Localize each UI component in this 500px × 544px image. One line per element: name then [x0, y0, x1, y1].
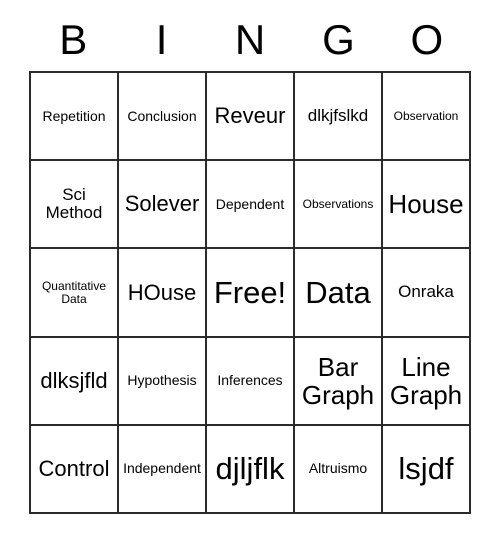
bingo-cell-label: lsjdf — [398, 451, 454, 487]
bingo-cell-label: Data — [305, 274, 371, 310]
bingo-cell[interactable]: Solever — [119, 161, 207, 250]
bingo-cell-label: Independent — [123, 460, 201, 477]
header-letter-i: I — [155, 16, 168, 63]
bingo-cell[interactable]: Observations — [295, 161, 383, 250]
bingo-cell[interactable]: HOuse — [119, 249, 207, 338]
bingo-cell-label: Line Graph — [389, 351, 463, 410]
bingo-cell-label: Onraka — [398, 282, 454, 302]
bingo-row: Quantitative Data HOuse Free! Data Onrak… — [31, 249, 471, 338]
bingo-cell[interactable]: Altruismo — [295, 425, 383, 515]
bingo-cell[interactable]: Inferences — [207, 337, 295, 426]
bingo-cell-label: Conclusion — [127, 107, 197, 124]
bingo-cell-label: dlksjfld — [40, 367, 108, 393]
bingo-cell-label: Control — [38, 456, 110, 482]
bingo-cell-label: House — [388, 189, 464, 220]
bingo-cell-label: Dependent — [215, 195, 285, 212]
bingo-row: Control Independent djljflk Altruismo ls… — [31, 425, 471, 515]
bingo-cell[interactable]: Bar Graph — [295, 337, 383, 426]
bingo-cell[interactable]: Onraka — [383, 249, 471, 338]
bingo-cell[interactable]: Conclusion — [119, 73, 207, 162]
bingo-cell[interactable]: Independent — [119, 425, 207, 515]
bingo-cell[interactable]: Control — [31, 425, 119, 515]
header-letter-g: G — [322, 16, 355, 63]
bingo-cell-label: Sci Method — [45, 184, 103, 223]
header-letter-b: B — [59, 16, 88, 63]
header-letter-o: O — [410, 16, 444, 63]
bingo-cell-label: dlkjfslkd — [307, 105, 369, 125]
bingo-cell[interactable]: djljflk — [207, 425, 295, 515]
bingo-cell-label: Bar Graph — [301, 351, 375, 410]
bingo-cell-label: Hypothesis — [127, 372, 197, 389]
bingo-header: B I N G O — [29, 12, 471, 68]
bingo-cell[interactable]: Observation — [383, 73, 471, 162]
bingo-cell[interactable]: Dependent — [207, 161, 295, 250]
bingo-cell[interactable]: Sci Method — [31, 161, 119, 250]
bingo-cell-free[interactable]: Free! — [207, 249, 295, 338]
bingo-cell-label: Observation — [393, 108, 459, 123]
bingo-cell-label: Solever — [124, 191, 200, 217]
bingo-cell[interactable]: Data — [295, 249, 383, 338]
bingo-row: Sci Method Solever Dependent Observation… — [31, 161, 471, 250]
bingo-cell-label: djljflk — [215, 451, 285, 487]
bingo-cell-label: Quantitative Data — [41, 278, 107, 306]
bingo-cell-label: Repetition — [42, 107, 106, 124]
bingo-cell[interactable]: dlksjfld — [31, 337, 119, 426]
bingo-cell[interactable]: dlkjfslkd — [295, 73, 383, 162]
bingo-cell[interactable]: Repetition — [31, 73, 119, 162]
bingo-cell[interactable]: Reveur — [207, 73, 295, 162]
bingo-cell-label: Inferences — [217, 372, 283, 389]
bingo-cell[interactable]: lsjdf — [383, 425, 471, 515]
bingo-cell-label: Free! — [213, 274, 287, 310]
bingo-cell-label: Reveur — [214, 103, 286, 129]
bingo-row: dlksjfld Hypothesis Inferences Bar Graph… — [31, 337, 471, 426]
bingo-row: Repetition Conclusion Reveur dlkjfslkd O… — [31, 73, 471, 162]
bingo-cell-label: Altruismo — [308, 460, 368, 477]
bingo-grid: Repetition Conclusion Reveur dlkjfslkd O… — [29, 71, 471, 515]
bingo-cell[interactable]: Quantitative Data — [31, 249, 119, 338]
bingo-cell-label: Observations — [302, 196, 374, 211]
bingo-cell-label: HOuse — [127, 279, 197, 305]
bingo-card: B I N G O Repetition Conclusion Reveur d… — [0, 0, 500, 544]
bingo-cell[interactable]: Hypothesis — [119, 337, 207, 426]
header-letter-n: N — [234, 16, 266, 63]
bingo-cell[interactable]: House — [383, 161, 471, 250]
bingo-cell[interactable]: Line Graph — [383, 337, 471, 426]
